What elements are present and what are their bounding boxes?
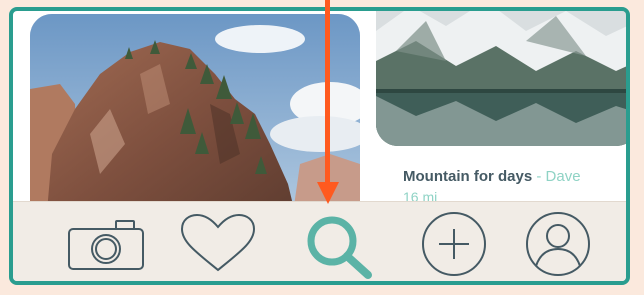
annotation-arrow-head [317,182,339,204]
phone-frame: Mountain for days - Dave 16 mi [9,7,630,285]
heart-icon [180,213,256,272]
zion-photo [30,14,360,201]
profile-icon [526,212,590,276]
tab-camera[interactable] [61,208,151,280]
photo-card-zion[interactable] [30,14,360,201]
annotation-arrow-shaft [325,0,330,184]
camera-icon [68,220,144,270]
caption-separator: - [532,168,546,185]
card-author[interactable]: Dave [546,168,581,185]
card-caption: Mountain for days - Dave [403,168,626,185]
tab-favorites[interactable] [173,208,263,280]
tab-search[interactable] [296,208,386,280]
search-icon [307,216,372,279]
bottom-tab-bar [13,201,626,281]
photo-feed[interactable]: Mountain for days - Dave 16 mi [13,11,626,201]
plus-circle-icon [422,212,486,276]
tab-add[interactable] [409,208,499,280]
card-distance: 16 mi [403,189,438,201]
mountain-lake-photo [376,11,626,146]
card-title[interactable]: Mountain for days [403,168,532,185]
photo-card-mountain[interactable] [376,11,626,146]
tab-profile[interactable] [513,208,603,280]
